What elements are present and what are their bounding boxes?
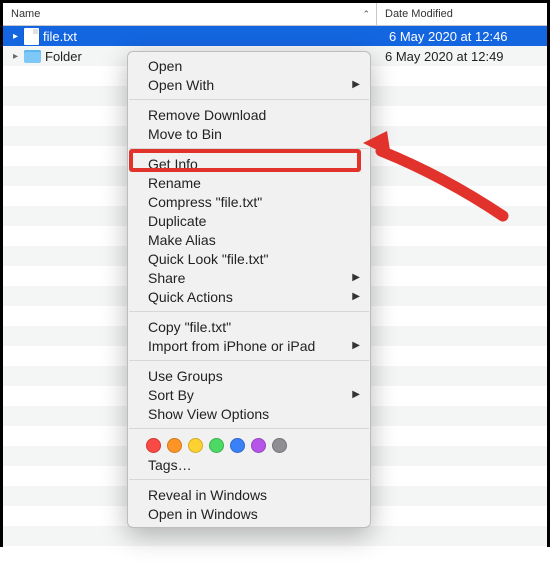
- menu-item[interactable]: Sort By ▶: [128, 385, 370, 404]
- menu-item-label: Reveal in Windows: [148, 487, 267, 503]
- tag-color-icon[interactable]: [272, 438, 287, 453]
- menu-item-label: Share: [148, 270, 185, 286]
- context-menu: Open Open With ▶ Remove Download Move to Bin…: [127, 51, 371, 528]
- menu-item[interactable]: Get Info: [128, 154, 370, 173]
- menu-item[interactable]: Rename: [128, 173, 370, 192]
- menu-item-label: Compress "file.txt": [148, 194, 262, 210]
- menu-item-label: Open: [148, 58, 182, 74]
- menu-item-label: Show View Options: [148, 406, 269, 422]
- menu-separator: [129, 360, 369, 361]
- menu-item[interactable]: Import from iPhone or iPad ▶: [128, 336, 370, 355]
- menu-item[interactable]: Open With ▶: [128, 75, 370, 94]
- tag-color-icon[interactable]: [230, 438, 245, 453]
- folder-name: Folder: [45, 49, 82, 64]
- tag-color-icon[interactable]: [146, 438, 161, 453]
- tags-row: [128, 434, 370, 455]
- file-icon: [24, 28, 39, 45]
- submenu-arrow-icon: ▶: [352, 291, 360, 302]
- menu-item[interactable]: Move to Bin: [128, 124, 370, 143]
- menu-separator: [129, 479, 369, 480]
- menu-item-label: Open With: [148, 77, 214, 93]
- submenu-arrow-icon: ▶: [352, 389, 360, 400]
- file-list: ▸ file.txt 6 May 2020 at 12:46 ▸ Folder …: [3, 26, 547, 544]
- menu-item[interactable]: Quick Actions ▶: [128, 287, 370, 306]
- menu-separator: [129, 99, 369, 100]
- menu-item[interactable]: Use Groups: [128, 366, 370, 385]
- menu-item-tags[interactable]: Tags…: [128, 455, 370, 474]
- menu-item[interactable]: Quick Look "file.txt": [128, 249, 370, 268]
- menu-item-label: Copy "file.txt": [148, 319, 231, 335]
- menu-item-label: Get Info: [148, 156, 198, 172]
- tag-color-icon[interactable]: [167, 438, 182, 453]
- column-header-date-label: Date Modified: [385, 8, 453, 20]
- folder-icon: [24, 50, 41, 63]
- tag-color-icon[interactable]: [188, 438, 203, 453]
- menu-item-label: Quick Actions: [148, 289, 233, 305]
- menu-item[interactable]: Open: [128, 56, 370, 75]
- sort-ascending-icon: ⌃: [362, 9, 370, 20]
- menu-item[interactable]: Remove Download: [128, 105, 370, 124]
- menu-item-label: Quick Look "file.txt": [148, 251, 268, 267]
- file-row[interactable]: ▸ file.txt 6 May 2020 at 12:46: [3, 26, 547, 46]
- menu-item[interactable]: Reveal in Windows: [128, 485, 370, 504]
- file-name: file.txt: [43, 29, 77, 44]
- menu-item-label: Use Groups: [148, 368, 223, 384]
- tag-color-icon[interactable]: [209, 438, 224, 453]
- menu-item-label: Duplicate: [148, 213, 206, 229]
- menu-item-label: Move to Bin: [148, 126, 222, 142]
- disclosure-triangle-icon[interactable]: ▸: [11, 31, 20, 42]
- column-header: Name ⌃ Date Modified: [3, 3, 547, 26]
- menu-separator: [129, 148, 369, 149]
- menu-item[interactable]: Show View Options: [128, 404, 370, 423]
- menu-item-label: Open in Windows: [148, 506, 258, 522]
- menu-item[interactable]: Compress "file.txt": [128, 192, 370, 211]
- menu-item-label: Import from iPhone or iPad: [148, 338, 315, 354]
- menu-separator: [129, 311, 369, 312]
- column-header-name[interactable]: Name ⌃: [3, 3, 377, 25]
- menu-separator: [129, 428, 369, 429]
- tag-color-icon[interactable]: [251, 438, 266, 453]
- submenu-arrow-icon: ▶: [352, 79, 360, 90]
- menu-item[interactable]: Make Alias: [128, 230, 370, 249]
- disclosure-triangle-icon[interactable]: ▸: [11, 51, 20, 62]
- column-header-date[interactable]: Date Modified: [377, 3, 547, 25]
- menu-item[interactable]: Share ▶: [128, 268, 370, 287]
- menu-item-label: Rename: [148, 175, 201, 191]
- submenu-arrow-icon: ▶: [352, 272, 360, 283]
- menu-item[interactable]: Copy "file.txt": [128, 317, 370, 336]
- menu-item[interactable]: Open in Windows: [128, 504, 370, 523]
- folder-date: 6 May 2020 at 12:49: [385, 49, 504, 64]
- menu-item-label: Remove Download: [148, 107, 266, 123]
- menu-item[interactable]: Duplicate: [128, 211, 370, 230]
- menu-item-label: Tags…: [148, 457, 192, 473]
- menu-item-label: Make Alias: [148, 232, 216, 248]
- submenu-arrow-icon: ▶: [352, 340, 360, 351]
- file-date: 6 May 2020 at 12:46: [381, 28, 516, 45]
- menu-item-label: Sort By: [148, 387, 194, 403]
- column-header-name-label: Name: [11, 8, 40, 20]
